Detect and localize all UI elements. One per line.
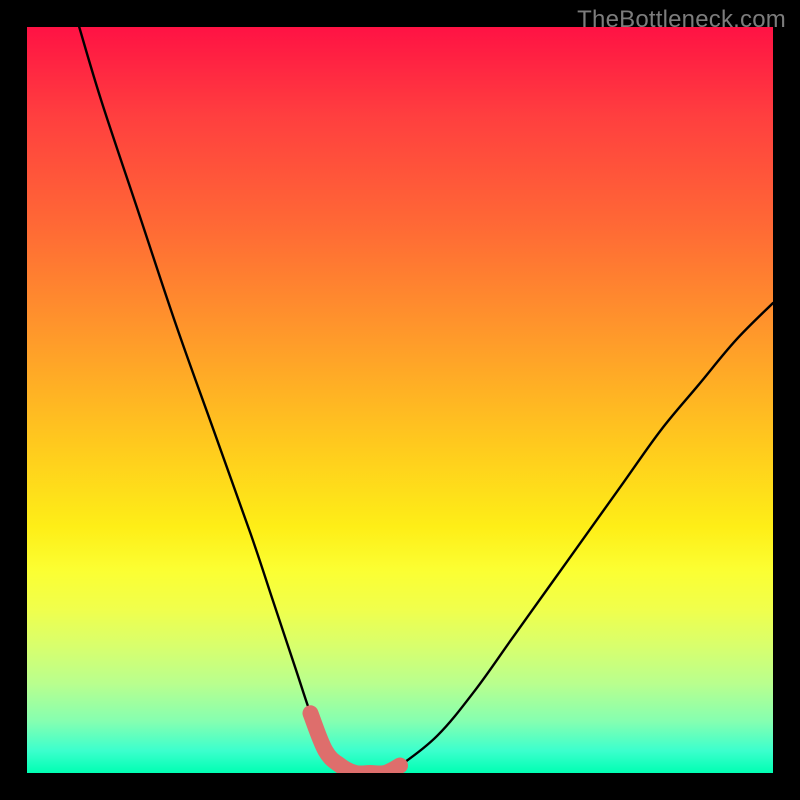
chart-frame: TheBottleneck.com	[0, 0, 800, 800]
chart-svg	[27, 27, 773, 773]
bottleneck-curve	[79, 27, 773, 773]
chart-plot-area	[27, 27, 773, 773]
highlight-band	[310, 713, 400, 773]
